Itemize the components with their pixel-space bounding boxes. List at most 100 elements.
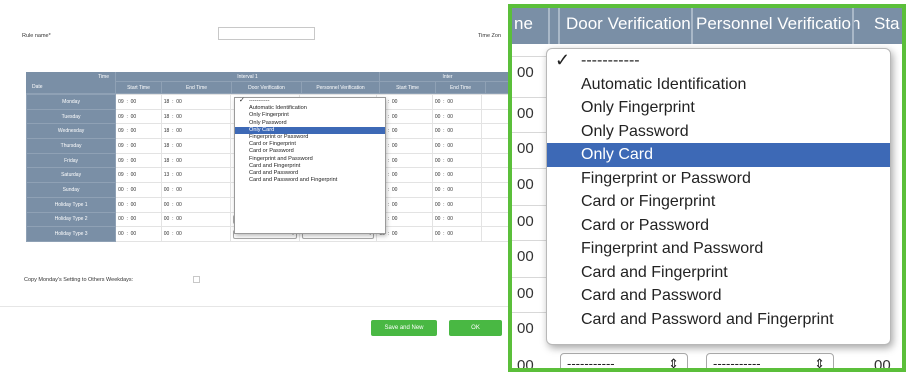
zoom-time-cell: 00: [517, 140, 534, 157]
dropdown-option[interactable]: Card and Password and Fingerprint: [547, 308, 890, 332]
checkmark-icon: ✓: [239, 97, 245, 104]
end-time-2-cell[interactable]: 00 : 00: [431, 123, 483, 140]
start-time-cell[interactable]: 09 : 00: [115, 123, 162, 140]
end-time-2-cell[interactable]: 00 : 00: [431, 108, 483, 125]
row-divider: [512, 132, 548, 133]
personnel-verification-header: Personnel Verification: [302, 82, 380, 94]
start-time-cell[interactable]: 09 : 00: [115, 152, 162, 169]
dropdown-option[interactable]: Card and Fingerprint: [547, 261, 890, 285]
small-dropdown-option[interactable]: Card or Fingerprint: [235, 141, 385, 148]
dropdown-option[interactable]: ✓ -----------: [547, 49, 890, 73]
form-screenshot: Rule name* Time Zon Time Date Interval 1…: [0, 0, 516, 372]
save-and-new-button[interactable]: Save and New: [371, 320, 437, 336]
small-dropdown-option[interactable]: Only Password: [235, 120, 385, 127]
end-time-2-cell[interactable]: 00 : 00: [431, 182, 483, 198]
end-time-2-cell[interactable]: 00 : 00: [431, 94, 483, 110]
start-time-cell[interactable]: 09 : 00: [115, 167, 162, 184]
end-time-cell[interactable]: 18 : 00: [160, 94, 232, 110]
zoom-panel: ne Door Verification Personnel Verificat…: [508, 4, 906, 372]
start-time-cell[interactable]: 09 : 00: [115, 94, 162, 110]
end-time-cell[interactable]: 00 : 00: [160, 196, 232, 213]
start-time-cell[interactable]: 00 : 00: [115, 226, 162, 242]
start-time-header: Start Time: [116, 82, 162, 94]
zoom-start-time-cell: 00: [874, 357, 891, 372]
dropdown-option[interactable]: Automatic Identification: [547, 73, 890, 97]
day-label: Tuesday: [25, 108, 117, 125]
row-divider: [512, 312, 548, 313]
row-divider: [512, 56, 548, 57]
end-time-2-cell[interactable]: 00 : 00: [431, 196, 483, 213]
end-time-cell[interactable]: 18 : 00: [160, 123, 232, 140]
door-verification-dropdown[interactable]: ✓ ----------- Automatic Identification Only…: [546, 48, 891, 345]
dropdown-option[interactable]: Card or Password: [547, 214, 890, 238]
zoom-status-header-partial: Sta: [874, 14, 900, 33]
end-time-cell[interactable]: 18 : 00: [160, 138, 232, 154]
small-dropdown-option[interactable]: Only Card: [235, 126, 385, 135]
time-zone-label: Time Zon: [478, 33, 502, 39]
end-time-cell[interactable]: 00 : 00: [160, 182, 232, 198]
zoom-bottom-row: 00 ----------- ⇕ ----------- ⇕ 00: [512, 346, 902, 372]
end-time-cell[interactable]: 18 : 00: [160, 152, 232, 169]
zoom-time-cell: 00: [517, 213, 534, 230]
dropdown-option[interactable]: Only Card: [547, 143, 890, 167]
day-label: Friday: [25, 152, 117, 169]
small-dropdown-option[interactable]: Fingerprint or Password: [235, 134, 385, 141]
end-time-cell[interactable]: 00 : 00: [160, 226, 232, 242]
table-corner: Time Date: [26, 72, 116, 94]
end-time-2-cell[interactable]: 00 : 00: [431, 138, 483, 154]
interval-1-header: Interval 1: [116, 72, 380, 82]
door-verification-select[interactable]: ----------- ⇕: [560, 353, 688, 368]
day-label: Sunday: [25, 182, 117, 198]
zoom-personnel-verification-header: Personnel Verification: [696, 14, 861, 33]
end-time-2-cell[interactable]: 00 : 00: [431, 211, 483, 228]
day-label: Saturday: [25, 167, 117, 184]
small-dropdown-option[interactable]: Card and Password: [235, 170, 385, 177]
row-divider: [512, 240, 548, 241]
dropdown-option[interactable]: Card or Fingerprint: [547, 190, 890, 214]
small-dropdown-option[interactable]: Only Fingerprint: [235, 112, 385, 119]
end-time-2-cell[interactable]: 00 : 00: [431, 226, 483, 242]
header-divider: [691, 8, 693, 44]
end-time-cell[interactable]: 00 : 00: [160, 211, 232, 228]
end-time-2-cell[interactable]: 00 : 00: [431, 152, 483, 169]
end-time-2-cell[interactable]: 00 : 00: [431, 167, 483, 184]
day-label: Wednesday: [25, 123, 117, 140]
chevron-updown-icon: ⇕: [814, 356, 825, 371]
zoom-time-cell: 00: [517, 105, 534, 122]
day-label: Holiday Type 2: [25, 211, 117, 228]
small-dropdown-option[interactable]: ✓ -----------: [235, 97, 385, 105]
dropdown-option[interactable]: Card and Password: [547, 284, 890, 308]
row-divider: [512, 277, 548, 278]
dropdown-option[interactable]: Fingerprint or Password: [547, 167, 890, 191]
ok-button[interactable]: OK: [449, 320, 502, 336]
dropdown-option[interactable]: Only Password: [547, 120, 890, 144]
zoom-header: ne Door Verification Personnel Verificat…: [512, 8, 902, 44]
start-time-cell[interactable]: 00 : 00: [115, 196, 162, 213]
day-label: Monday: [25, 94, 117, 110]
zoom-time-cell: 00: [517, 285, 534, 302]
zoom-time-cell: 00: [517, 248, 534, 265]
door-verification-header: Door Verification: [232, 82, 302, 94]
door-verification-dropdown-small[interactable]: ✓ ----------- Automatic Identification Only…: [234, 97, 386, 234]
interval-2-header: Inter: [380, 72, 516, 82]
footer-divider: [0, 306, 512, 307]
day-label: Thursday: [25, 138, 117, 154]
copy-monday-checkbox[interactable]: [193, 276, 200, 283]
dropdown-option[interactable]: Fingerprint and Password: [547, 237, 890, 261]
dropdown-option[interactable]: Only Fingerprint: [547, 96, 890, 120]
rule-name-label: Rule name*: [22, 33, 51, 39]
small-dropdown-option[interactable]: Card and Password and Fingerprint: [235, 177, 385, 184]
small-dropdown-option[interactable]: Card or Password: [235, 148, 385, 155]
end-time-cell[interactable]: 13 : 00: [160, 167, 232, 184]
start-time-cell[interactable]: 00 : 00: [115, 182, 162, 198]
personnel-verification-select[interactable]: ----------- ⇕: [706, 353, 834, 371]
start-time-cell[interactable]: 09 : 00: [115, 138, 162, 154]
day-label: Holiday Type 1: [25, 196, 117, 213]
small-dropdown-option[interactable]: Automatic Identification: [235, 105, 385, 112]
rule-name-input[interactable]: [218, 27, 315, 40]
small-dropdown-option[interactable]: Fingerprint and Password: [235, 156, 385, 163]
start-time-cell[interactable]: 00 : 00: [115, 211, 162, 228]
end-time-cell[interactable]: 18 : 00: [160, 108, 232, 125]
start-time-cell[interactable]: 09 : 00: [115, 108, 162, 125]
small-dropdown-option[interactable]: Card and Fingerprint: [235, 163, 385, 170]
